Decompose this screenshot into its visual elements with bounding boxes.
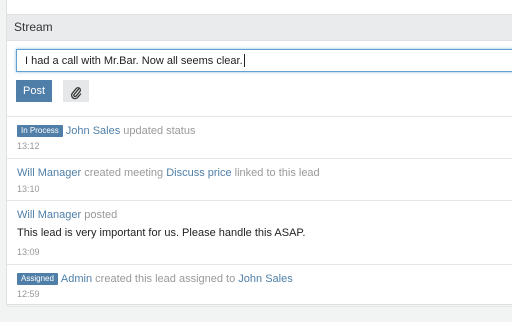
post-button[interactable]: Post: [16, 80, 52, 102]
entry-time: 13:12: [17, 141, 40, 151]
entry-header: Assigned Admin created this lead assigned…: [17, 273, 293, 285]
assignee-link[interactable]: John Sales: [238, 273, 292, 285]
entry-action: posted: [84, 209, 118, 221]
post-body: This lead is very important for us. Plea…: [17, 227, 306, 239]
entry-header: Will Manager posted: [17, 209, 117, 221]
paperclip-icon: [71, 87, 82, 100]
stream-panel: Stream Post In ProcessJohn Sales updated…: [6, 14, 512, 307]
stream-entries: In Process John Sales updated status 13:1…: [7, 116, 512, 307]
text-caret: [243, 54, 245, 67]
entry-header: In Process John Sales updated status: [17, 125, 195, 137]
stream-panel-title: Stream: [7, 15, 512, 41]
entry-time: 13:09: [17, 247, 40, 257]
entry-action: updated status: [123, 125, 196, 137]
status-badge: In Process: [17, 125, 63, 137]
meeting-link[interactable]: Discuss price: [166, 167, 231, 179]
previous-panel-edge: [6, 0, 512, 14]
entry-header: Will Manager created meeting Discuss pri…: [17, 167, 320, 179]
attach-file-button[interactable]: [63, 80, 89, 102]
stream-post-input[interactable]: [16, 49, 512, 72]
user-link[interactable]: Admin: [61, 273, 92, 285]
status-badge: Assigned: [17, 273, 58, 285]
stream-entry: Assigned Admin created this lead assigned…: [7, 265, 512, 307]
stream-composer: Post: [7, 41, 512, 103]
stream-entry: Will Manager created meeting Discuss pri…: [7, 159, 512, 201]
entry-action: created meeting: [84, 167, 164, 179]
stream-entry: Will Manager posted This lead is very im…: [7, 201, 512, 265]
top-strip: [0, 0, 512, 14]
user-link[interactable]: John Sales: [66, 125, 120, 137]
entry-time: 13:10: [17, 184, 40, 194]
entry-time: 12:59: [17, 289, 40, 299]
entry-action: created this lead assigned to: [95, 273, 236, 285]
stream-entry: In Process John Sales updated status 13:1…: [7, 117, 512, 159]
user-link[interactable]: Will Manager: [17, 167, 81, 179]
entry-suffix: linked to this lead: [234, 167, 320, 179]
user-link[interactable]: Will Manager: [17, 209, 81, 221]
